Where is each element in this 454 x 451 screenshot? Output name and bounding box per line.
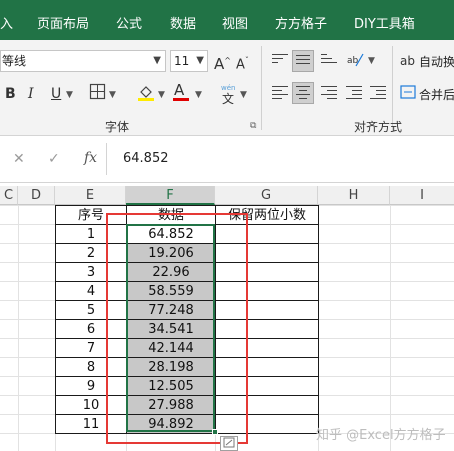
column-header-i[interactable]: I xyxy=(390,186,454,205)
column-header-h[interactable]: H xyxy=(318,186,390,205)
tab-view[interactable]: 视图 xyxy=(222,13,248,32)
watermark-text: 知乎 @Excel方方格子 xyxy=(316,428,446,443)
chevron-down-icon[interactable]: ▼ xyxy=(368,56,375,66)
tab-diy-toolbox[interactable]: DIY工具箱 xyxy=(354,13,415,32)
wrap-text-icon: ab xyxy=(400,54,415,68)
italic-button[interactable]: I xyxy=(28,85,34,103)
column-header-f[interactable]: F xyxy=(126,186,215,205)
tab-data[interactable]: 数据 xyxy=(170,13,196,32)
font-color-swatch xyxy=(173,98,189,101)
wrap-text-button[interactable]: 自动换 xyxy=(419,53,454,70)
orientation-button[interactable]: ab xyxy=(346,50,364,74)
increase-font-size-button[interactable]: A^ xyxy=(214,52,231,73)
chevron-down-icon[interactable]: ▼ xyxy=(195,90,202,100)
merge-center-button[interactable]: 合并后 xyxy=(419,86,454,103)
column-header-g[interactable]: G xyxy=(215,186,318,205)
dialog-launcher-icon[interactable]: ⧉ xyxy=(250,121,256,131)
ribbon-panel: 等线 ▼ 11 ▼ A^ Aˇ B I U ▼ ▼ ▼ A ▼ wén 文 ▼ … xyxy=(0,40,454,136)
increase-indent-icon[interactable] xyxy=(370,86,386,100)
bold-button[interactable]: B xyxy=(5,85,16,103)
tab-fangfanggezi[interactable]: 方方格子 xyxy=(275,13,327,32)
chevron-down-icon: ▼ xyxy=(153,55,161,66)
text-orientation-icon: ab xyxy=(347,53,364,67)
ribbon-tab-bar: 入 页面布局 公式 数据 视图 方方格子 DIY工具箱 xyxy=(0,0,454,40)
quick-analysis-icon xyxy=(223,437,235,448)
tab-page-layout[interactable]: 页面布局 xyxy=(37,13,89,32)
quick-analysis-button[interactable] xyxy=(220,436,238,451)
align-bottom-icon[interactable] xyxy=(321,54,337,68)
borders-button[interactable] xyxy=(89,83,106,105)
font-name-value: 等线 xyxy=(2,54,27,68)
cancel-icon[interactable]: ✕ xyxy=(13,151,25,167)
tab-insert[interactable]: 入 xyxy=(0,13,13,32)
fill-bucket-icon xyxy=(138,86,154,101)
fill-color-button[interactable] xyxy=(137,83,155,106)
font-size-value: 11 xyxy=(174,54,190,68)
decrease-font-size-button[interactable]: Aˇ xyxy=(236,52,249,74)
phonetic-button[interactable]: 文 xyxy=(222,90,234,108)
chevron-down-icon[interactable]: ▼ xyxy=(109,90,116,100)
align-right-icon[interactable] xyxy=(321,86,337,100)
column-header-d[interactable]: D xyxy=(18,186,55,205)
align-top-icon[interactable] xyxy=(272,54,288,68)
formula-input[interactable]: 64.852 xyxy=(123,151,169,166)
column-header-e[interactable]: E xyxy=(55,186,126,205)
insert-function-button[interactable]: fx xyxy=(84,150,97,166)
chevron-down-icon[interactable]: ▼ xyxy=(240,90,247,100)
font-name-select[interactable]: 等线 ▼ xyxy=(0,50,166,72)
group-separator xyxy=(261,46,262,130)
chevron-down-icon[interactable]: ▼ xyxy=(66,90,73,100)
font-color-button[interactable]: A xyxy=(174,81,184,99)
align-middle-icon[interactable] xyxy=(292,50,314,72)
chevron-down-icon[interactable]: ▼ xyxy=(158,90,165,100)
decrease-indent-icon[interactable] xyxy=(346,86,362,100)
chevron-down-icon: ▼ xyxy=(196,55,204,66)
font-size-select[interactable]: 11 ▼ xyxy=(170,50,208,72)
highlight-box xyxy=(106,213,248,444)
alignment-group-label: 对齐方式 xyxy=(354,120,403,134)
formula-bar: ✕ ✓ fx 64.852 xyxy=(0,137,454,183)
align-center-icon[interactable] xyxy=(292,82,314,104)
column-header-c[interactable]: C xyxy=(0,186,18,205)
tab-formulas[interactable]: 公式 xyxy=(116,13,142,32)
borders-icon xyxy=(89,83,106,100)
font-group-label: 字体 xyxy=(105,120,130,134)
underline-button[interactable]: U xyxy=(51,85,61,103)
align-left-icon[interactable] xyxy=(272,86,288,100)
enter-icon[interactable]: ✓ xyxy=(48,151,60,167)
merge-icon xyxy=(400,84,416,105)
formula-divider xyxy=(106,143,107,175)
